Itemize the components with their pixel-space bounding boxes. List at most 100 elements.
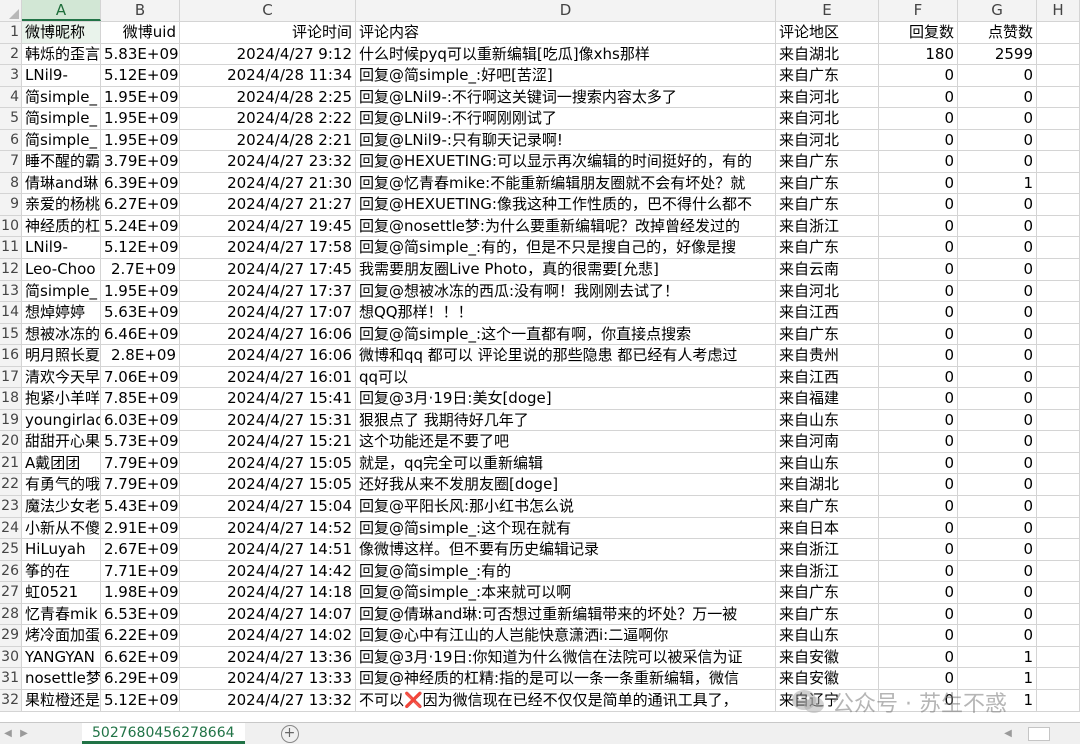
cell[interactable] <box>1037 388 1080 409</box>
cell[interactable]: 2024/4/27 13:36 <box>180 646 356 668</box>
cell[interactable]: HiLuyah <box>22 539 101 560</box>
cell[interactable]: 来自山东 <box>776 409 879 431</box>
cell[interactable]: 2.7E+09 <box>101 259 180 280</box>
cell[interactable]: 2024/4/27 16:06 <box>180 323 356 345</box>
cell[interactable]: 想QQ那样！！！ <box>356 302 776 323</box>
cell[interactable]: 2024/4/27 14:51 <box>180 539 356 560</box>
cell[interactable]: 回复数 <box>879 22 958 43</box>
cell[interactable]: 0 <box>958 108 1037 129</box>
cell[interactable] <box>1037 172 1080 194</box>
cell[interactable]: 点赞数 <box>958 22 1037 43</box>
row-header[interactable]: 14 <box>0 302 22 323</box>
cell[interactable]: 有勇气的哦 <box>22 474 101 496</box>
cell[interactable]: 来自广东 <box>776 237 879 259</box>
row-header[interactable]: 21 <box>0 452 22 474</box>
cell[interactable]: 2024/4/27 17:45 <box>180 259 356 280</box>
cell[interactable]: 2024/4/27 15:21 <box>180 431 356 452</box>
column-header-c[interactable]: C <box>180 0 356 21</box>
cell[interactable]: 2024/4/27 21:27 <box>180 194 356 215</box>
cell[interactable]: 5.12E+09 <box>101 65 180 86</box>
row-header[interactable]: 5 <box>0 108 22 129</box>
cell[interactable]: 2024/4/28 2:22 <box>180 108 356 129</box>
cell[interactable]: 忆青春mik <box>22 603 101 625</box>
cell[interactable]: 回复@简simple_:有的，但是不只是搜自己的，好像是搜 <box>356 237 776 259</box>
cell[interactable]: 回复@HEXUETING:像我这种工作性质的，巴不得什么都不 <box>356 194 776 215</box>
cell[interactable]: 180 <box>879 43 958 65</box>
cell[interactable] <box>1037 194 1080 215</box>
column-header-f[interactable]: F <box>879 0 958 21</box>
cell[interactable]: 2024/4/27 16:06 <box>180 345 356 366</box>
cell[interactable]: 2024/4/27 15:04 <box>180 496 356 517</box>
cell[interactable]: 2024/4/27 15:05 <box>180 474 356 496</box>
cell[interactable] <box>1037 517 1080 539</box>
cell[interactable]: YANGYAN <box>22 646 101 668</box>
cell[interactable]: 0 <box>879 65 958 86</box>
row-header[interactable]: 2 <box>0 43 22 65</box>
cell[interactable]: 2024/4/27 21:30 <box>180 172 356 194</box>
cell[interactable]: 韩烁的歪言 <box>22 43 101 65</box>
cell[interactable] <box>1037 345 1080 366</box>
cell[interactable]: 2024/4/27 15:41 <box>180 388 356 409</box>
row-header[interactable]: 12 <box>0 259 22 280</box>
cell[interactable]: 0 <box>958 431 1037 452</box>
cell[interactable]: 2024/4/27 14:52 <box>180 517 356 539</box>
sheet-tab-active[interactable]: 5027680456278664 <box>82 723 245 744</box>
cell[interactable]: 0 <box>879 409 958 431</box>
cell[interactable]: 回复@3月·19日:你知道为什么微信在法院可以被采信为证 <box>356 646 776 668</box>
cell[interactable]: 来自广东 <box>776 603 879 625</box>
row-header[interactable]: 28 <box>0 603 22 625</box>
cell[interactable] <box>1037 65 1080 86</box>
cell[interactable]: 评论内容 <box>356 22 776 43</box>
cell[interactable]: 0 <box>958 194 1037 215</box>
row-header[interactable]: 10 <box>0 215 22 237</box>
cell[interactable]: 2024/4/27 13:33 <box>180 668 356 689</box>
scrollbar-thumb[interactable] <box>1028 726 1050 741</box>
cell[interactable]: 0 <box>879 582 958 603</box>
cell[interactable] <box>1037 431 1080 452</box>
cell[interactable]: 我需要朋友圈Live Photo，真的很需要[允悲] <box>356 259 776 280</box>
cell[interactable]: A戴团团 <box>22 452 101 474</box>
cell[interactable]: 0 <box>879 452 958 474</box>
column-header-e[interactable]: E <box>776 0 879 21</box>
cell[interactable]: 回复@3月·19日:美女[doge] <box>356 388 776 409</box>
cell[interactable] <box>1037 323 1080 345</box>
cell[interactable]: 2.91E+09 <box>101 517 180 539</box>
cell[interactable]: 1.95E+09 <box>101 129 180 151</box>
cell[interactable]: 0 <box>879 194 958 215</box>
cell[interactable]: qq可以 <box>356 366 776 388</box>
cell[interactable]: 5.43E+09 <box>101 496 180 517</box>
cell[interactable] <box>1037 582 1080 603</box>
cell[interactable]: 0 <box>879 302 958 323</box>
cell[interactable]: 回复@心中有江山的人岂能快意潇洒i:二逼啊你 <box>356 625 776 646</box>
cell[interactable]: 果粒橙还是 <box>22 689 101 711</box>
cell[interactable]: 回复@简simple_:这个现在就有 <box>356 517 776 539</box>
cell[interactable]: 回复@HEXUETING:可以显示再次编辑的时间挺好的，有的 <box>356 151 776 172</box>
cell[interactable] <box>1037 560 1080 582</box>
cell[interactable]: 0 <box>958 560 1037 582</box>
cell[interactable] <box>1037 409 1080 431</box>
cell[interactable]: 2024/4/28 11:34 <box>180 65 356 86</box>
column-header-a[interactable]: A <box>22 0 101 21</box>
cell[interactable]: 0 <box>958 323 1037 345</box>
row-header[interactable]: 26 <box>0 560 22 582</box>
cell[interactable] <box>1037 452 1080 474</box>
cell[interactable] <box>1037 215 1080 237</box>
cell[interactable]: 回复@LNil9-:只有聊天记录啊! <box>356 129 776 151</box>
cell[interactable]: 回复@想被冰冻的西瓜:没有啊！我刚刚去试了！ <box>356 280 776 302</box>
cell[interactable]: 来自广东 <box>776 496 879 517</box>
cell[interactable]: 小新从不傻 <box>22 517 101 539</box>
cell[interactable]: 0 <box>958 474 1037 496</box>
cell[interactable]: 2024/4/27 13:32 <box>180 689 356 711</box>
cell[interactable]: 0 <box>958 237 1037 259</box>
cell[interactable]: 0 <box>879 539 958 560</box>
cell[interactable] <box>1037 366 1080 388</box>
cell[interactable]: 倩琳and琳 <box>22 172 101 194</box>
cell[interactable]: Leo-Choo <box>22 259 101 280</box>
cell[interactable]: 来自广东 <box>776 582 879 603</box>
horizontal-scrollbar[interactable]: ◀ <box>1000 723 1080 744</box>
cell[interactable]: 5.83E+09 <box>101 43 180 65</box>
cell[interactable]: 来自河北 <box>776 108 879 129</box>
cell[interactable]: 来自山东 <box>776 625 879 646</box>
cell[interactable]: 0 <box>879 259 958 280</box>
cell[interactable]: 2024/4/27 14:07 <box>180 603 356 625</box>
